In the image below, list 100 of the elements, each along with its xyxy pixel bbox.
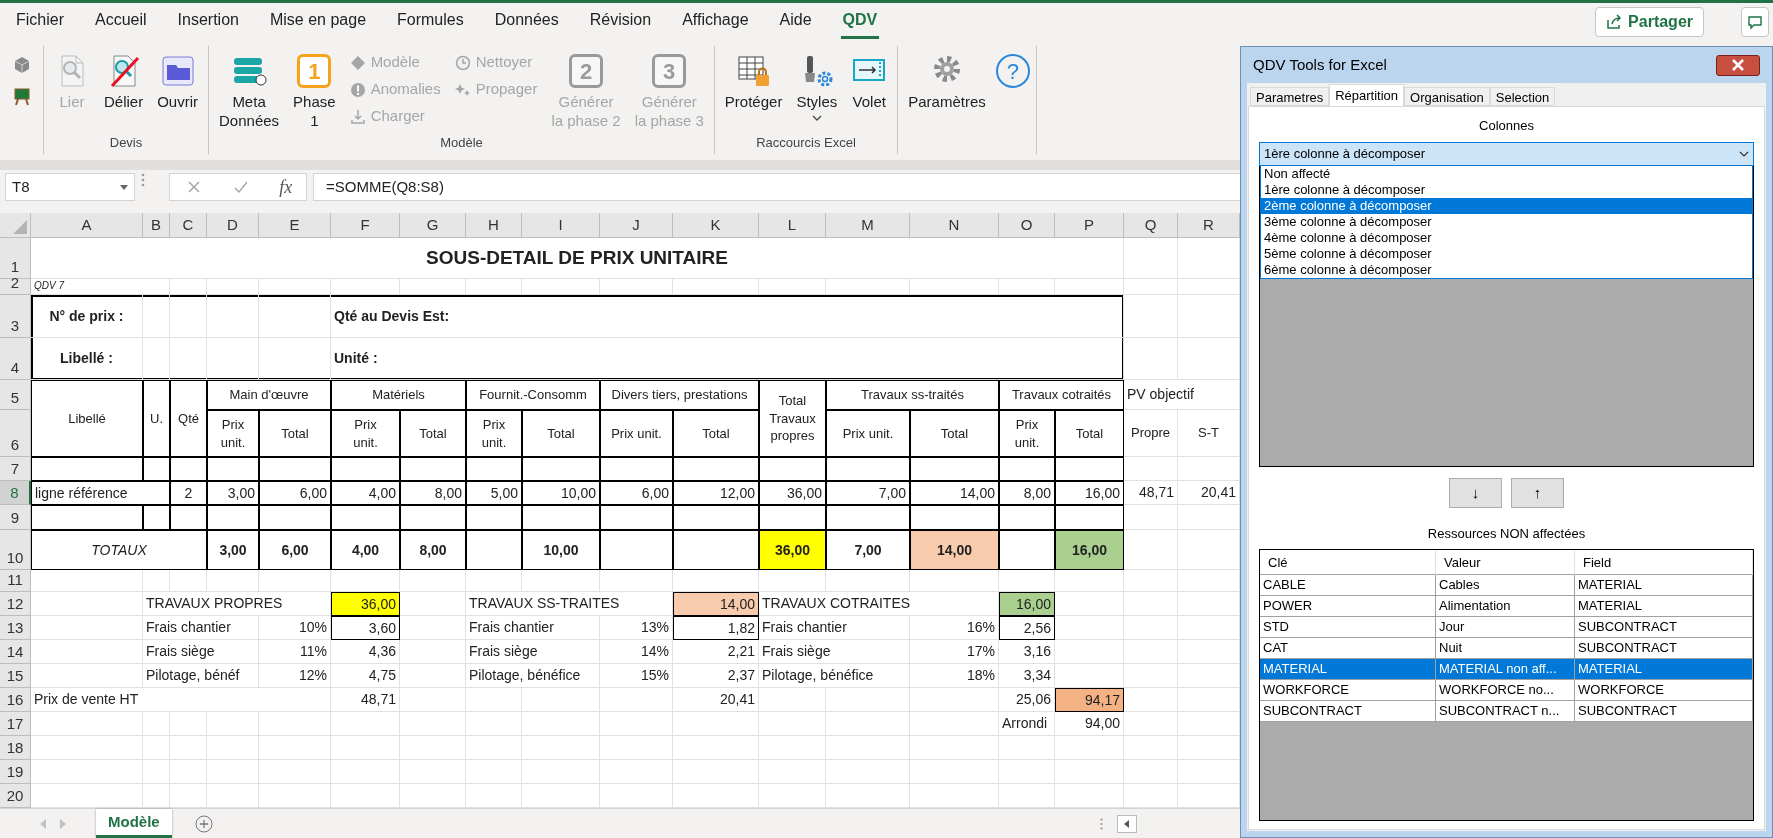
ribbon-button[interactable]: Protéger	[720, 48, 787, 112]
row-number[interactable]: 16	[0, 688, 31, 712]
menu-tab[interactable]: Affichage	[680, 4, 751, 39]
row-number[interactable]: 19	[0, 760, 31, 784]
column-header[interactable]: B	[143, 213, 170, 238]
menu-tab[interactable]: Données	[492, 4, 561, 39]
ribbon-button[interactable]: Styles	[792, 48, 842, 121]
resources-table[interactable]	[1259, 549, 1754, 821]
dropdown-option[interactable]: 3ème colonne à décomposer	[1261, 214, 1752, 230]
insert-function-button[interactable]: fx	[279, 173, 293, 201]
row-number[interactable]: 2	[0, 279, 31, 295]
table-row[interactable]: STD Jour SUBCONTRACT	[1260, 617, 1753, 638]
move-button[interactable]: ↑	[1511, 478, 1564, 508]
sheet-cell: 6,00	[600, 481, 673, 505]
menu-tab[interactable]: Insertion	[175, 4, 241, 39]
column-header[interactable]: I	[522, 213, 600, 238]
step-number: 3	[652, 54, 687, 88]
column-header[interactable]: R	[1178, 213, 1240, 238]
row-number[interactable]: 13	[0, 616, 31, 640]
ribbon-button[interactable]: Paramètres	[904, 48, 990, 112]
ribbon-button[interactable]: Volet	[847, 48, 892, 112]
menu-tab[interactable]: Fichier	[14, 4, 66, 39]
empty-cell	[999, 457, 1055, 481]
close-button[interactable]	[1716, 54, 1760, 76]
column-header[interactable]: G	[400, 213, 466, 238]
table-row[interactable]: SUBCONTRACT SUBCONTRACT n... SUBCONTRACT	[1260, 701, 1753, 722]
dropdown-option[interactable]: 1ère colonne à décomposer	[1261, 182, 1752, 198]
row-number[interactable]: 20	[0, 784, 31, 808]
row-number[interactable]: 15	[0, 664, 31, 688]
table-row[interactable]: CAT Nuit SUBCONTRACT	[1260, 638, 1753, 659]
table-row[interactable]: CABLE Cables MATERIAL	[1260, 575, 1753, 596]
column-header[interactable]: N	[910, 213, 999, 238]
ribbon-button[interactable]: Délier	[100, 48, 148, 112]
empty-cell	[1055, 279, 1124, 295]
row-number[interactable]: 12	[0, 592, 31, 616]
list-box[interactable]: Non affecté 1ère colonne à décomposer 2ème colonne à décomposer 3ème colonne à décomposer 4ème colonne à décomposer 5ème colonne à décomposer 6ème colonne à décomposer	[1259, 166, 1754, 467]
scroll-left-button[interactable]	[1116, 814, 1137, 833]
row-number[interactable]: 18	[0, 736, 31, 760]
dialog-tab[interactable]: Selection	[1489, 87, 1556, 106]
empty-cell	[466, 279, 522, 295]
column-header[interactable]: Q	[1124, 213, 1178, 238]
menu-tab[interactable]: Révision	[587, 4, 654, 39]
dialog-tab[interactable]: Répartition	[1329, 84, 1405, 106]
empty-cell	[331, 760, 400, 784]
move-button[interactable]: ↓	[1449, 478, 1502, 508]
row-number[interactable]: 9	[0, 505, 31, 530]
sheet-cell: 2,37	[673, 664, 759, 688]
comment-button[interactable]	[1741, 6, 1769, 37]
column-header[interactable]: E	[259, 213, 331, 238]
column-header[interactable]: P	[1055, 213, 1124, 238]
column-header[interactable]: A	[31, 213, 143, 238]
row-number[interactable]: 10	[0, 530, 31, 570]
column-header[interactable]: O	[999, 213, 1055, 238]
row-number[interactable]: 6	[0, 410, 31, 457]
dropdown-option[interactable]: 6ème colonne à décomposer	[1261, 262, 1752, 278]
menu-tab[interactable]: Formules	[395, 4, 466, 39]
row-number[interactable]: 17	[0, 712, 31, 736]
menu-tab[interactable]: Accueil	[93, 4, 149, 39]
row-number[interactable]: 7	[0, 457, 31, 481]
table-row[interactable]: MATERIAL MATERIAL non aff... MATERIAL	[1260, 659, 1753, 680]
sheet-tab[interactable]: Modèle	[96, 809, 172, 838]
dialog-tab[interactable]: Organisation	[1404, 87, 1490, 106]
column-header[interactable]: F	[331, 213, 400, 238]
table-cell: SUBCONTRACT	[1575, 701, 1753, 721]
empty-cell	[170, 295, 207, 338]
ribbon-button[interactable]: Ouvrir	[153, 48, 203, 112]
empty-cell	[1124, 505, 1178, 530]
sheet-cell: Divers tiers, prestations	[600, 380, 759, 410]
empty-cell	[466, 760, 522, 784]
column-header[interactable]: J	[600, 213, 673, 238]
column-header[interactable]: C	[170, 213, 207, 238]
menu-tab[interactable]: Mise en page	[267, 4, 369, 39]
row-number[interactable]: 4	[0, 338, 31, 380]
dropdown-option[interactable]: 2ème colonne à décomposer	[1261, 198, 1752, 214]
column-dropdown[interactable]: 1ère colonne à décomposer	[1259, 142, 1754, 166]
row-number[interactable]: 1	[0, 238, 31, 279]
chalkboard-icon	[12, 88, 31, 106]
row-number[interactable]: 11	[0, 570, 31, 592]
name-box[interactable]: T8	[5, 173, 135, 201]
column-header[interactable]: M	[826, 213, 910, 238]
dialog-tab[interactable]: Parametres	[1250, 87, 1330, 106]
share-button[interactable]: Partager	[1595, 6, 1704, 37]
ribbon-button[interactable]: Meta Données	[215, 48, 284, 131]
add-sheet-button[interactable]	[193, 813, 214, 834]
empty-cell	[400, 640, 466, 664]
table-row[interactable]: POWER Alimentation MATERIAL	[1260, 596, 1753, 617]
column-header[interactable]: D	[207, 213, 259, 238]
column-header[interactable]: L	[759, 213, 826, 238]
row-number[interactable]: 8	[0, 481, 31, 505]
dropdown-option[interactable]: 4ème colonne à décomposer	[1261, 230, 1752, 246]
table-row[interactable]: WORKFORCE WORKFORCE no... WORKFORCE	[1260, 680, 1753, 701]
sheet-cell: Frais siège	[143, 640, 259, 664]
ribbon-button[interactable]: 1 Phase 1	[289, 48, 340, 131]
column-header[interactable]: H	[466, 213, 522, 238]
row-number[interactable]: 3	[0, 295, 31, 338]
column-header[interactable]: K	[673, 213, 759, 238]
row-number[interactable]: 5	[0, 380, 31, 410]
dropdown-option[interactable]: 5ème colonne à décomposer	[1261, 246, 1752, 262]
row-number[interactable]: 14	[0, 640, 31, 664]
menu-tab[interactable]: Aide	[777, 4, 814, 39]
